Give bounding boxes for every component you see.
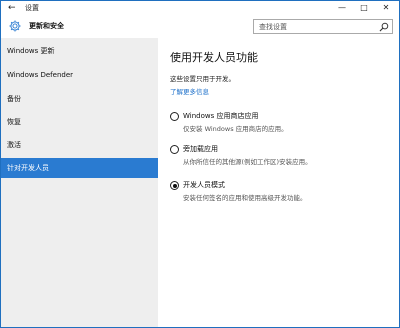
option-label: Windows 应用商店应用 bbox=[183, 112, 259, 120]
sidebar-item-label: Windows Defender bbox=[7, 71, 74, 79]
back-arrow-icon[interactable]: ← bbox=[8, 2, 16, 14]
section-title: 更新和安全 bbox=[29, 22, 64, 30]
sidebar-item-label: 激活 bbox=[7, 141, 21, 149]
minimize-button[interactable]: — bbox=[331, 1, 353, 15]
sidebar-item-label: 备份 bbox=[7, 95, 21, 103]
option-description: 仅安装 Windows 应用商店的应用。 bbox=[183, 125, 288, 133]
gear-icon bbox=[9, 20, 21, 32]
maximize-button[interactable]: □ bbox=[353, 1, 375, 15]
option-developer-mode[interactable]: 开发人员模式 安装任何签名的应用和使用高级开发功能。 bbox=[170, 180, 395, 210]
search-icon[interactable] bbox=[379, 22, 389, 32]
search-input[interactable]: 查找设置 bbox=[253, 19, 393, 34]
main-content: 使用开发人员功能 这些设置只用于开发。 了解更多信息 Windows 应用商店应… bbox=[158, 38, 399, 327]
option-label: 旁加载应用 bbox=[183, 145, 218, 153]
learn-more-link[interactable]: 了解更多信息 bbox=[170, 87, 209, 97]
radio-button[interactable] bbox=[170, 145, 179, 154]
option-sideload-apps[interactable]: 旁加载应用 从你所信任的其他源(例如工作区)安装应用。 bbox=[170, 144, 395, 174]
page-header: 更新和安全 查找设置 bbox=[1, 16, 399, 38]
sidebar-item-for-developers[interactable]: 针对开发人员 bbox=[1, 158, 158, 178]
sidebar-item-windows-update[interactable]: Windows 更新 bbox=[1, 41, 158, 61]
search-placeholder: 查找设置 bbox=[259, 23, 287, 31]
sidebar-item-backup[interactable]: 备份 bbox=[1, 89, 158, 109]
option-description: 从你所信任的其他源(例如工作区)安装应用。 bbox=[183, 158, 312, 166]
sidebar-item-label: 针对开发人员 bbox=[7, 164, 49, 172]
window-title: 设置 bbox=[25, 4, 39, 12]
sidebar-item-windows-defender[interactable]: Windows Defender bbox=[1, 65, 158, 85]
sidebar-item-label: 恢复 bbox=[7, 118, 21, 126]
title-bar: ← 设置 — □ ✕ bbox=[1, 1, 399, 16]
sidebar-item-activation[interactable]: 激活 bbox=[1, 135, 158, 155]
sidebar-item-label: Windows 更新 bbox=[7, 47, 55, 55]
page-title: 使用开发人员功能 bbox=[170, 51, 258, 64]
settings-window: ← 设置 — □ ✕ 更新和安全 查找设置 Windows 更新 Windows bbox=[0, 0, 400, 328]
option-description: 安装任何签名的应用和使用高级开发功能。 bbox=[183, 194, 307, 202]
close-button[interactable]: ✕ bbox=[375, 1, 397, 15]
sidebar-item-recovery[interactable]: 恢复 bbox=[1, 112, 158, 132]
option-store-apps[interactable]: Windows 应用商店应用 仅安装 Windows 应用商店的应用。 bbox=[170, 111, 395, 141]
radio-selected-dot bbox=[172, 183, 177, 188]
page-description: 这些设置只用于开发。 bbox=[170, 75, 235, 83]
sidebar: Windows 更新 Windows Defender 备份 恢复 激活 针对开… bbox=[1, 38, 158, 327]
radio-button-selected[interactable] bbox=[170, 181, 179, 190]
option-label: 开发人员模式 bbox=[183, 181, 225, 189]
radio-button[interactable] bbox=[170, 112, 179, 121]
